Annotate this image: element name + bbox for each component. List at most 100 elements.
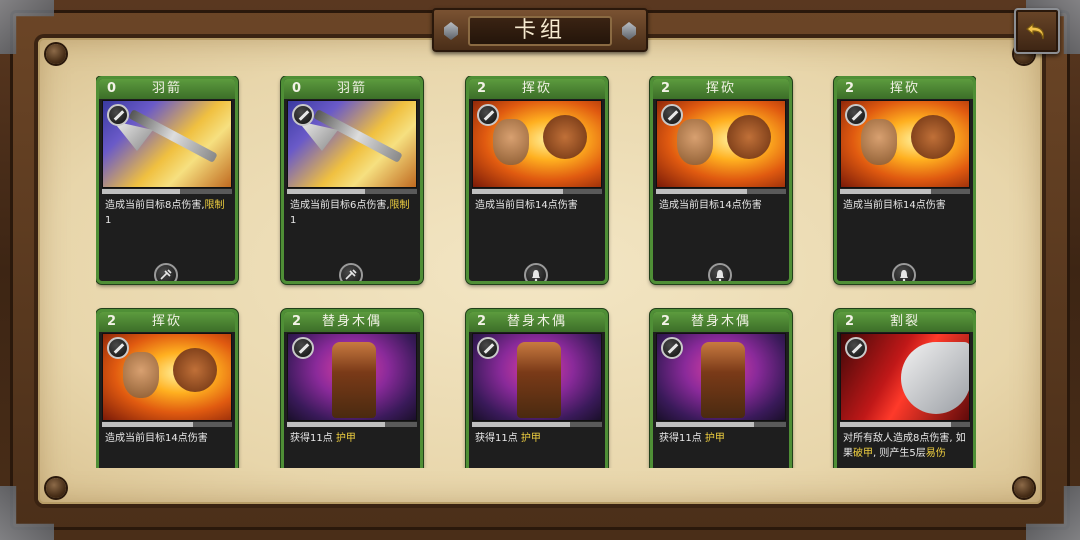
card-description: 造成当前目标14点伤害 <box>105 431 231 446</box>
back-button[interactable] <box>1014 8 1060 54</box>
description-text: , 则产生5层 <box>873 448 926 459</box>
deck-card[interactable]: 替身木偶 2 获得11点 护甲 <box>281 309 423 468</box>
card-name: 替身木偶 <box>506 314 567 329</box>
card-description: 对所有敌人造成8点伤害, 如果破甲, 则产生5层易伤 <box>843 431 969 461</box>
card-description: 获得11点 护甲 <box>475 431 601 446</box>
deck-card[interactable]: 割裂 2 对所有敌人造成8点伤害, 如果破甲, 则产生5层易伤 <box>834 309 976 468</box>
card-description: 造成当前目标8点伤害,限制 1 <box>105 198 231 228</box>
bolt-icon <box>46 478 66 498</box>
card-cost: 2 <box>661 81 671 96</box>
card-name: 羽箭 <box>151 81 182 96</box>
defense-type-icon <box>661 337 683 359</box>
card-art <box>287 333 417 421</box>
deck-card[interactable]: 挥砍 2 造成当前目标14点伤害 <box>96 309 238 468</box>
card-art <box>656 100 786 188</box>
card-progress-bar <box>656 422 786 427</box>
deck-card[interactable]: 挥砍 2 造成当前目标14点伤害 <box>650 76 792 284</box>
attack-type-icon <box>107 104 129 126</box>
card-cost: 0 <box>107 81 117 96</box>
attack-type-icon <box>661 104 683 126</box>
hammer-icon <box>154 263 178 281</box>
description-text: 获得11点 <box>290 433 336 444</box>
description-text: 1 <box>290 215 297 226</box>
attack-type-icon <box>845 337 867 359</box>
card-header: 替身木偶 2 <box>284 312 420 332</box>
page-title: 卡组 <box>468 16 612 46</box>
card-progress-bar <box>840 189 970 194</box>
keyword-text: 破甲 <box>853 448 873 459</box>
bolt-icon <box>1014 478 1034 498</box>
card-name: 羽箭 <box>336 81 367 96</box>
deck-card[interactable]: 挥砍 2 造成当前目标14点伤害 <box>466 76 608 284</box>
card-cost: 2 <box>845 81 855 96</box>
card-name: 挥砍 <box>151 314 182 329</box>
card-cost: 2 <box>477 314 487 329</box>
card-cost: 2 <box>477 81 487 96</box>
card-art <box>472 333 602 421</box>
attack-type-icon <box>107 337 129 359</box>
card-header: 挥砍 2 <box>99 312 235 332</box>
card-progress-bar <box>287 189 417 194</box>
card-grid: 羽箭 0 造成当前目标8点伤害,限制 1 羽箭 0 造成当前目标6点伤害,限制 1 挥砍 2 造… <box>96 76 976 468</box>
gem-icon <box>444 22 458 40</box>
description-text: 造成当前目标14点伤害 <box>475 200 578 211</box>
defense-type-icon <box>477 337 499 359</box>
deck-card[interactable]: 替身木偶 2 获得11点 护甲 <box>650 309 792 468</box>
deck-card[interactable]: 羽箭 0 造成当前目标6点伤害,限制 1 <box>281 76 423 284</box>
card-header: 替身木偶 2 <box>653 312 789 332</box>
bell-icon <box>524 263 548 281</box>
card-description: 造成当前目标14点伤害 <box>475 198 601 213</box>
deck-card[interactable]: 羽箭 0 造成当前目标8点伤害,限制 1 <box>96 76 238 284</box>
card-header: 羽箭 0 <box>99 79 235 99</box>
card-progress-bar <box>656 189 786 194</box>
card-cost: 2 <box>292 314 302 329</box>
title-plate: 卡组 <box>432 8 648 52</box>
keyword-text: 限制 <box>389 200 410 211</box>
card-art <box>656 333 786 421</box>
card-description: 造成当前目标6点伤害,限制 1 <box>290 198 416 228</box>
card-name: 替身木偶 <box>690 314 751 329</box>
description-text: 造成当前目标14点伤害 <box>105 433 208 444</box>
keyword-text: 护甲 <box>520 433 541 444</box>
keyword-text: 护甲 <box>704 433 725 444</box>
card-header: 挥砍 2 <box>653 79 789 99</box>
description-text: 造成当前目标6点伤害, <box>290 200 390 211</box>
card-cost: 2 <box>661 314 671 329</box>
keyword-text: 护甲 <box>335 433 356 444</box>
hammer-icon <box>339 263 363 281</box>
card-description: 获得11点 护甲 <box>290 431 416 446</box>
card-header: 挥砍 2 <box>469 79 605 99</box>
card-header: 割裂 2 <box>837 312 973 332</box>
deck-card[interactable]: 挥砍 2 造成当前目标14点伤害 <box>834 76 976 284</box>
card-header: 替身木偶 2 <box>469 312 605 332</box>
bolt-icon <box>46 44 66 64</box>
card-progress-bar <box>287 422 417 427</box>
back-arrow-icon <box>1026 22 1045 40</box>
card-cost: 2 <box>107 314 117 329</box>
card-name: 挥砍 <box>521 81 552 96</box>
card-name: 替身木偶 <box>321 314 382 329</box>
card-name: 挥砍 <box>705 81 736 96</box>
bell-icon <box>892 263 916 281</box>
deck-card[interactable]: 替身木偶 2 获得11点 护甲 <box>466 309 608 468</box>
defense-type-icon <box>292 337 314 359</box>
card-progress-bar <box>840 422 970 427</box>
description-text: 造成当前目标14点伤害 <box>659 200 762 211</box>
card-art <box>102 333 232 421</box>
card-name: 割裂 <box>889 314 920 329</box>
attack-type-icon <box>292 104 314 126</box>
card-name: 挥砍 <box>889 81 920 96</box>
description-text: 获得11点 <box>475 433 521 444</box>
card-progress-bar <box>102 422 232 427</box>
card-description: 造成当前目标14点伤害 <box>843 198 969 213</box>
card-cost: 0 <box>292 81 302 96</box>
bell-icon <box>708 263 732 281</box>
card-description: 获得11点 护甲 <box>659 431 785 446</box>
card-art <box>840 333 970 421</box>
card-header: 羽箭 0 <box>284 79 420 99</box>
card-progress-bar <box>472 189 602 194</box>
card-art <box>102 100 232 188</box>
card-art <box>840 100 970 188</box>
card-header: 挥砍 2 <box>837 79 973 99</box>
attack-type-icon <box>477 104 499 126</box>
